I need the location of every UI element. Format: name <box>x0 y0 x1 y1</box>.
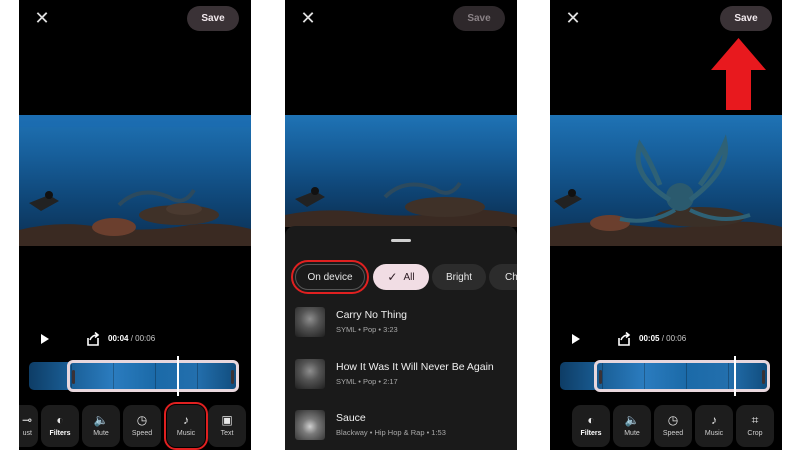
video-preview <box>19 115 251 246</box>
play-icon[interactable] <box>572 334 580 344</box>
trim-handle-left[interactable] <box>599 370 602 384</box>
music-tool[interactable]: ♪ Music <box>695 405 733 447</box>
playback-controls: 00:05 / 00:06 <box>550 331 782 349</box>
duration: 00:06 <box>666 334 687 343</box>
crop-icon: ⌗ <box>751 413 759 427</box>
tool-bar: ◐ Filters 🔈 Mute ◷ Speed ♪ Music ⌗ Crop <box>550 405 782 450</box>
trim-handle-right[interactable] <box>231 370 234 384</box>
duration: 00:06 <box>135 334 156 343</box>
track-item[interactable]: Sauce Blackway • Hip Hop & Rap • 1:53 <box>295 410 507 450</box>
speed-icon: ◷ <box>136 413 148 427</box>
trim-frame[interactable] <box>67 360 239 392</box>
trim-frame[interactable] <box>594 360 770 392</box>
adjust-tool[interactable]: ⊸ ust <box>19 405 38 447</box>
save-button[interactable]: Save <box>453 6 505 31</box>
current-time: 00:05 <box>639 334 660 343</box>
volume-icon: 🔈 <box>93 413 109 427</box>
close-icon[interactable]: ✕ <box>33 9 51 27</box>
timeline[interactable] <box>29 356 239 396</box>
playhead[interactable] <box>734 356 736 396</box>
export-icon[interactable] <box>616 331 632 347</box>
save-button[interactable]: Save <box>187 6 239 31</box>
text-tool[interactable]: ▣ Text <box>208 405 246 447</box>
close-icon[interactable]: ✕ <box>299 9 317 27</box>
save-button[interactable]: Save <box>720 6 772 31</box>
check-icon: ✓ <box>387 270 398 284</box>
playback-controls: 00:04 / 00:06 <box>19 331 251 349</box>
time-readout: 00:04 / 00:06 <box>108 334 155 343</box>
speed-tool[interactable]: ◷ Speed <box>654 405 692 447</box>
mute-tool[interactable]: 🔈 Mute <box>613 405 651 447</box>
music-note-icon: ♪ <box>711 413 717 427</box>
volume-icon: 🔈 <box>624 413 640 427</box>
sheet-handle[interactable] <box>391 239 411 242</box>
track-item[interactable]: Carry No Thing SYML • Pop • 3:23 <box>295 307 507 347</box>
filters-icon: ◐ <box>56 413 64 427</box>
red-up-arrow-icon <box>711 38 766 110</box>
speed-icon: ◷ <box>667 413 679 427</box>
adjust-icon: ⊸ <box>21 413 32 427</box>
music-sheet: On device ✓ All Bright Ch Carry No Thing… <box>285 226 517 450</box>
tool-bar: ⊸ ust ◐ Filters 🔈 Mute ◷ Speed ♪ Music ▣… <box>19 402 251 450</box>
crop-tool[interactable]: ⌗ Crop <box>736 405 774 447</box>
filters-tool[interactable]: ◐ Filters <box>41 405 79 447</box>
time-readout: 00:05 / 00:06 <box>639 334 686 343</box>
track-item[interactable]: How It Was It Will Never Be Again SYML •… <box>295 359 507 399</box>
mute-tool[interactable]: 🔈 Mute <box>82 405 120 447</box>
album-art <box>295 359 325 389</box>
trim-handle-left[interactable] <box>72 370 75 384</box>
filters-tool[interactable]: ◐ Filters <box>572 405 610 447</box>
chip-on-device[interactable]: On device <box>291 260 369 294</box>
speed-tool[interactable]: ◷ Speed <box>123 405 161 447</box>
album-art <box>295 307 325 337</box>
music-note-icon: ♪ <box>183 413 189 427</box>
music-picker-screen: ✕ Save On device ✓ All Bright Ch Carry N… <box>285 0 517 450</box>
chip-all[interactable]: ✓ All <box>373 264 429 290</box>
playhead[interactable] <box>177 356 179 396</box>
current-time: 00:04 <box>108 334 129 343</box>
timeline[interactable] <box>560 356 770 396</box>
chip-bright[interactable]: Bright <box>432 264 486 290</box>
video-preview <box>550 115 782 246</box>
export-icon[interactable] <box>85 331 101 347</box>
close-icon[interactable]: ✕ <box>564 9 582 27</box>
album-art <box>295 410 325 440</box>
video-preview <box>285 115 517 227</box>
filters-icon: ◐ <box>587 413 595 427</box>
trim-handle-right[interactable] <box>762 370 765 384</box>
editor-screen-music-tool: ✕ Save 00:04 / 00:06 ⊸ ust ◐ Filters 🔈 M… <box>19 0 251 450</box>
chip-ch[interactable]: Ch <box>489 264 517 290</box>
music-tool[interactable]: ♪ Music <box>164 402 208 450</box>
text-box-icon: ▣ <box>221 413 233 427</box>
play-icon[interactable] <box>41 334 49 344</box>
